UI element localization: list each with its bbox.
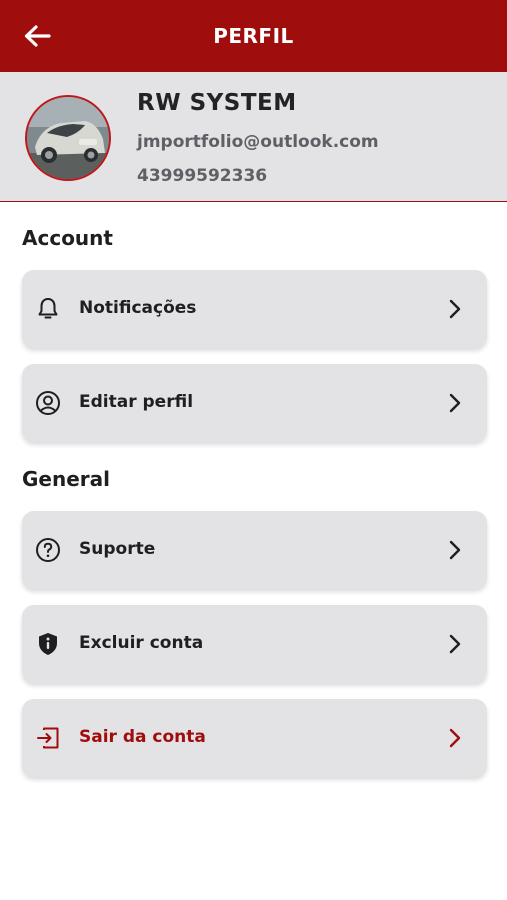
back-button[interactable] [22,22,52,50]
menu-item-notifications[interactable]: Notificações [22,270,487,348]
logout-icon [34,724,62,752]
chevron-right-icon [445,632,465,656]
avatar[interactable] [25,95,111,181]
app-bar: PERFIL [0,0,507,72]
menu-item-edit-profile[interactable]: Editar perfil [22,364,487,442]
menu-item-label: Notificações [79,298,197,318]
shield-info-icon [34,630,62,658]
car-photo [27,97,109,179]
chevron-right-icon [445,391,465,415]
profile-header: RW SYSTEM jmportfolio@outlook.com 439995… [0,72,507,202]
menu-item-label: Excluir conta [79,633,204,653]
chevron-right-icon [445,297,465,321]
help-circle-icon [34,536,62,564]
section-title-account: Account [22,226,113,250]
chevron-right-icon [445,726,465,750]
profile-phone: 43999592336 [137,166,268,186]
menu-item-label: Suporte [79,539,156,559]
menu-item-label: Sair da conta [79,727,206,747]
section-title-general: General [22,467,110,491]
page-title: PERFIL [213,24,294,48]
profile-name: RW SYSTEM [137,90,297,116]
chevron-right-icon [445,538,465,562]
menu-item-logout[interactable]: Sair da conta [22,699,487,777]
menu-item-support[interactable]: Suporte [22,511,487,589]
user-circle-icon [34,389,62,417]
menu-item-delete-account[interactable]: Excluir conta [22,605,487,683]
bell-icon [34,295,62,323]
profile-email: jmportfolio@outlook.com [137,132,379,152]
arrow-left-icon [24,25,51,47]
menu-item-label: Editar perfil [79,392,194,412]
